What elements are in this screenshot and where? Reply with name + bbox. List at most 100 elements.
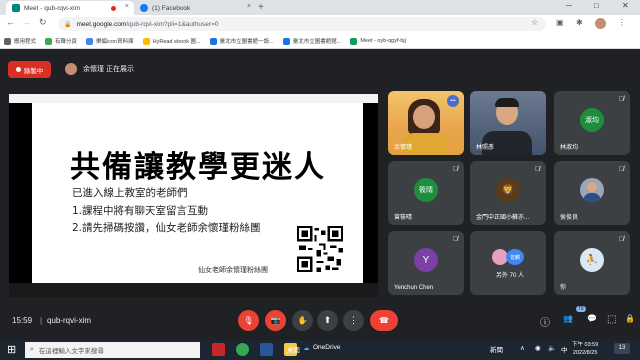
presentation-bottombar	[9, 283, 378, 297]
word-app-icon[interactable]	[260, 343, 273, 356]
close-window-button[interactable]: ✕	[622, 1, 629, 10]
bookmark-label: 應用程式	[14, 39, 37, 45]
participant-name: 林照彥	[476, 145, 495, 151]
ime-indicator[interactable]: 中	[561, 344, 568, 354]
host-controls-lock-icon[interactable]: 🔒	[625, 314, 635, 323]
participant-name: 金門中正國小蘇亦...	[476, 215, 530, 221]
bookmark-label: 臺北市立圖書館一設...	[219, 39, 274, 45]
bookmark-label: 有聲分頁	[55, 39, 78, 45]
close-tab-icon[interactable]: ×	[125, 3, 129, 10]
bookmark-label: 樂編icon資料庫	[96, 39, 134, 45]
bookmark-favicon-icon	[86, 37, 94, 45]
onedrive-label[interactable]: OneDrive	[313, 344, 340, 351]
mic-off-icon: 🎙̸	[618, 96, 624, 103]
back-button[interactable]: ←	[6, 17, 15, 27]
forward-button[interactable]: →	[22, 17, 31, 27]
participant-tile[interactable]: 🎙̸ 淑均 林淑均	[554, 91, 630, 155]
slide-line: 1.課程中將有聊天室留言互動	[72, 205, 209, 217]
chat-icon[interactable]: 💬	[587, 314, 597, 323]
participant-tile[interactable]: 🎙̸ 筱晴 曾筱晴	[388, 161, 464, 225]
bookmark-star-icon[interactable]: ☆	[531, 18, 538, 27]
bookmark-favicon-icon	[282, 37, 290, 45]
divider: |	[40, 316, 43, 325]
raise-hand-button[interactable]: ✋	[292, 310, 313, 331]
reload-button[interactable]: ↻	[39, 17, 47, 28]
profile-avatar[interactable]	[595, 18, 606, 29]
bookmark-favicon-icon	[142, 37, 150, 45]
camera-toggle-button[interactable]: 📷	[265, 310, 286, 331]
chrome-menu-icon[interactable]: ⋮	[618, 18, 626, 27]
bookmark-apps[interactable]: 應用程式	[4, 37, 36, 45]
bookmark-item[interactable]: 臺北市立圖書館館...	[282, 37, 341, 45]
url-path: /qub-rqvi-xim?pli=1&authuser=0	[126, 20, 219, 28]
avatar-face	[587, 182, 597, 192]
presenter-avatar	[65, 63, 77, 75]
onedrive-cloud-icon[interactable]: ☁	[303, 344, 310, 352]
close-tab-icon[interactable]: ×	[247, 3, 251, 10]
maximize-button[interactable]: □	[594, 1, 599, 10]
bookmark-item[interactable]: 臺北市立圖書館一設...	[209, 37, 274, 45]
slide-line: 已進入線上教室的老師們	[72, 187, 188, 199]
meeting-code: qub-rqvi-xim	[47, 316, 92, 325]
presenting-indicator: 余懷瑾 正在展示	[65, 63, 134, 75]
participant-hair	[495, 98, 519, 107]
desktop-label[interactable]: 桌面	[287, 344, 300, 354]
chrome-app-icon[interactable]	[236, 343, 249, 356]
recording-badge[interactable]: 錄製中	[8, 61, 51, 78]
others-tile[interactable]: 曾麟 另外 70 人	[470, 231, 546, 295]
participant-name: 林淑均	[560, 145, 579, 151]
more-options-button[interactable]: ⋮	[343, 310, 364, 331]
bookmark-item[interactable]: HyRead ebook 圖...	[142, 37, 201, 45]
windows-start-icon[interactable]: ⊞	[7, 343, 16, 356]
taskbar-search-box[interactable]: ⌕ 在這裡輸入文字來搜尋	[25, 342, 200, 358]
mic-toggle-button[interactable]: 🎙	[238, 310, 259, 331]
system-clock[interactable]: 下午 03:59 2022/8/25	[572, 341, 598, 357]
bookmark-item[interactable]: 有聲分頁	[45, 37, 77, 45]
participant-tile[interactable]: 🎙̸ 🦁 金門中正國小蘇亦...	[470, 161, 546, 225]
participant-tile[interactable]: 🎙̸ 侯俊良	[554, 161, 630, 225]
participant-avatar: 淑均	[580, 108, 604, 132]
bookmark-item[interactable]: 樂編icon資料庫	[86, 37, 134, 45]
minimize-button[interactable]: ─	[566, 1, 572, 10]
news-label[interactable]: 新聞	[490, 344, 503, 354]
participant-tile[interactable]: 🎙̸ Y Yenchun Chen	[388, 231, 464, 295]
network-icon[interactable]: ◉	[535, 344, 541, 352]
participant-name: 另外 70 人	[496, 273, 525, 279]
tab-meet[interactable]: Meet - qub-rqvi-xim ×	[6, 1, 134, 15]
url-domain: meet.google.com	[76, 20, 127, 28]
leave-call-button[interactable]: ☎	[370, 310, 398, 331]
bookmark-item[interactable]: Meet - oyb-qgyf-bjj	[350, 37, 406, 45]
recording-label: 錄製中	[23, 67, 44, 75]
present-button[interactable]: ⬆	[317, 310, 338, 331]
new-tab-button[interactable]: +	[258, 2, 264, 13]
participant-tile[interactable]: ••• 余懷瑾	[388, 91, 464, 155]
participant-face	[413, 105, 435, 129]
pdf-app-icon[interactable]	[212, 343, 225, 356]
self-tile[interactable]: 🎙̸ ⛹ 你	[554, 231, 630, 295]
participant-avatar: 筱晴	[414, 178, 438, 202]
notification-count[interactable]: 13	[614, 343, 630, 354]
address-bar[interactable]: 🔒 meet.google.com/qub-rqvi-xim?pli=1&aut…	[58, 17, 546, 31]
people-icon[interactable]: 👥	[563, 314, 573, 323]
activities-icon[interactable]: ⬚	[607, 314, 616, 325]
participant-count-badge: 79	[576, 306, 586, 312]
tab-facebook[interactable]: (1) Facebook ×	[134, 1, 256, 15]
extensions-puzzle-icon[interactable]: ✱	[576, 18, 583, 27]
meeting-info-icon[interactable]: ⓘ	[540, 314, 550, 329]
clock-time: 下午 03:59	[572, 342, 599, 348]
mic-off-icon: 🎙̸	[534, 166, 540, 173]
tray-chevron-icon[interactable]: ∧	[520, 344, 525, 352]
mic-off-icon: 🎙	[243, 316, 254, 325]
participant-name: 曾筱晴	[394, 215, 413, 221]
bookmarks-bar: 應用程式 有聲分頁 樂編icon資料庫 HyRead ebook 圖... 臺北…	[0, 34, 640, 49]
participant-tile[interactable]: 林照彥	[470, 91, 546, 155]
bookmark-favicon-icon	[350, 37, 358, 45]
participant-avatar	[580, 178, 604, 202]
participant-name: Yenchun Chen	[394, 285, 434, 291]
meet-favicon	[12, 4, 20, 12]
record-icon	[15, 67, 21, 72]
more-options-icon[interactable]: •••	[447, 95, 459, 107]
volume-icon[interactable]: 🔈	[548, 344, 556, 352]
extension-icon[interactable]: ▣	[556, 18, 564, 27]
search-placeholder: 在這裡輸入文字來搜尋	[38, 348, 104, 355]
